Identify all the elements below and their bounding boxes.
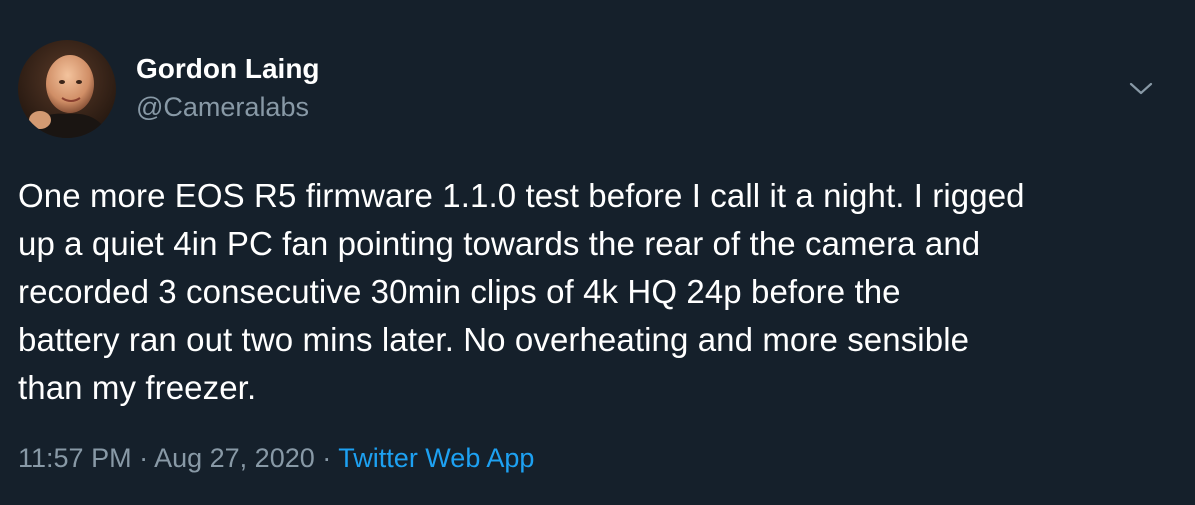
tweet-card: Gordon Laing @Cameralabs One more EOS R5… — [0, 0, 1195, 505]
author-handle[interactable]: @Cameralabs — [136, 90, 309, 124]
avatar-image — [18, 40, 116, 138]
author-name[interactable]: Gordon Laing — [136, 52, 320, 86]
tweet-time[interactable]: 11:57 PM — [18, 443, 132, 473]
meta-separator: · — [139, 443, 149, 473]
chevron-down-icon — [1129, 82, 1153, 95]
tweet-text: One more EOS R5 firmware 1.1.0 test befo… — [18, 177, 1025, 406]
tweet-date[interactable]: Aug 27, 2020 — [154, 443, 315, 473]
tweet-source-link[interactable]: Twitter Web App — [338, 443, 534, 473]
avatar[interactable] — [18, 40, 116, 138]
meta-separator: · — [322, 443, 332, 473]
more-options-button[interactable] — [1124, 72, 1158, 106]
tweet-meta: 11:57 PM · Aug 27, 2020 · Twitter Web Ap… — [18, 440, 534, 476]
